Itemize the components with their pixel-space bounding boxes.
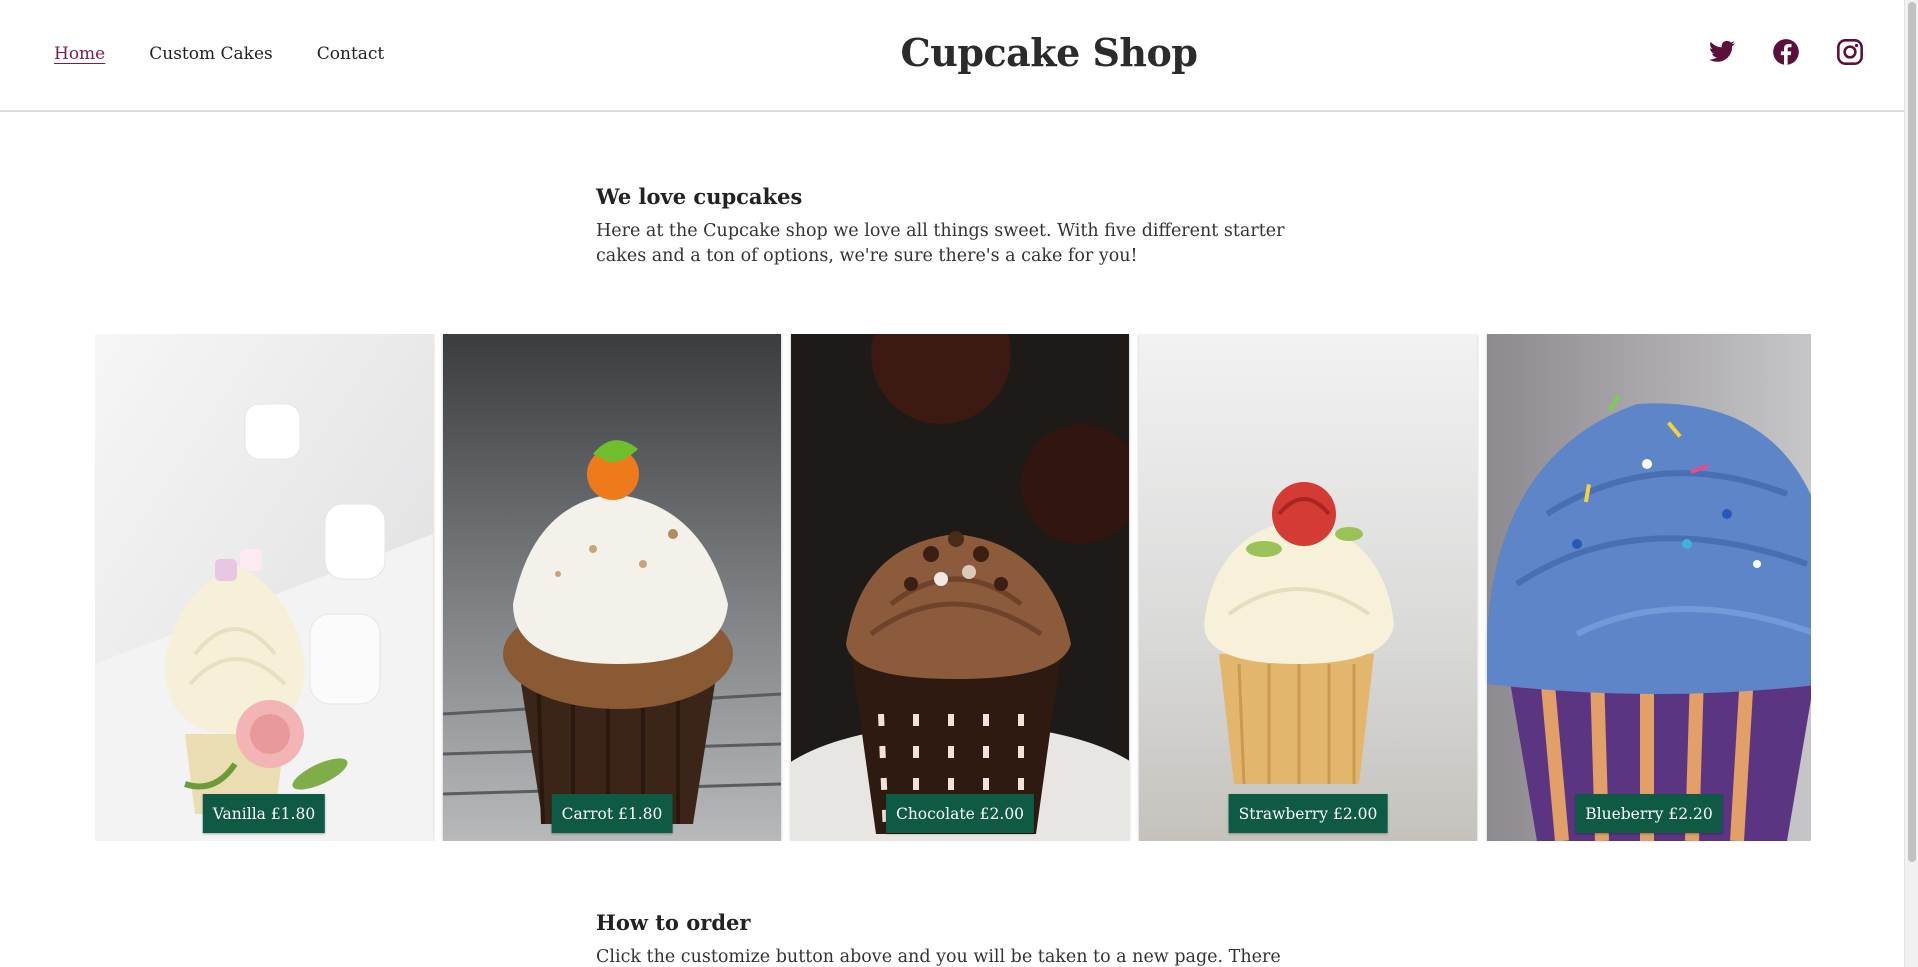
social-links <box>1708 38 1864 66</box>
cake-card-strawberry[interactable]: Strawberry £2.00 <box>1139 334 1477 841</box>
intro-heading: We love cupcakes <box>596 184 803 209</box>
main-nav: Home Custom Cakes Contact <box>54 44 384 64</box>
chocolate-cupcake-image <box>791 334 1129 841</box>
nav-link-custom-cakes[interactable]: Custom Cakes <box>149 44 273 64</box>
blueberry-cupcake-image <box>1487 334 1811 841</box>
facebook-icon[interactable] <box>1772 38 1800 66</box>
order-section: How to order Click the customize button … <box>596 910 1316 967</box>
cake-card-carrot[interactable]: Carrot £1.80 <box>443 334 781 841</box>
price-tag-strawberry[interactable]: Strawberry £2.00 <box>1228 794 1388 833</box>
cake-card-vanilla[interactable]: Vanilla £1.80 <box>95 334 433 841</box>
price-tag-chocolate[interactable]: Chocolate £2.00 <box>885 794 1035 833</box>
scrollbar-thumb[interactable] <box>1908 2 1916 862</box>
cake-gallery: Vanilla £1.80 Carrot £1.80 Chocolate £2.… <box>95 334 1811 841</box>
order-text: Click the customize button above and you… <box>596 947 1281 967</box>
price-tag-blueberry[interactable]: Blueberry £2.20 <box>1575 794 1723 833</box>
order-heading: How to order <box>596 910 751 935</box>
instagram-icon[interactable] <box>1836 38 1864 66</box>
vanilla-cupcake-image <box>95 334 433 841</box>
price-tag-vanilla[interactable]: Vanilla £1.80 <box>202 794 326 833</box>
intro-text: Here at the Cupcake shop we love all thi… <box>596 221 1285 266</box>
intro-section: We love cupcakes Here at the Cupcake sho… <box>596 184 1316 269</box>
nav-link-contact[interactable]: Contact <box>317 44 385 64</box>
twitter-icon[interactable] <box>1708 38 1736 66</box>
page-scrollbar[interactable] <box>1904 0 1918 967</box>
carrot-cupcake-image <box>443 334 781 841</box>
cake-card-blueberry[interactable]: Blueberry £2.20 <box>1487 334 1811 841</box>
cake-card-chocolate[interactable]: Chocolate £2.00 <box>791 334 1129 841</box>
strawberry-cupcake-image <box>1139 334 1477 841</box>
price-tag-carrot[interactable]: Carrot £1.80 <box>551 794 673 833</box>
site-header: Home Custom Cakes Contact Cupcake Shop <box>0 0 1904 112</box>
site-title[interactable]: Cupcake Shop <box>901 30 1198 75</box>
nav-link-home[interactable]: Home <box>54 44 105 64</box>
